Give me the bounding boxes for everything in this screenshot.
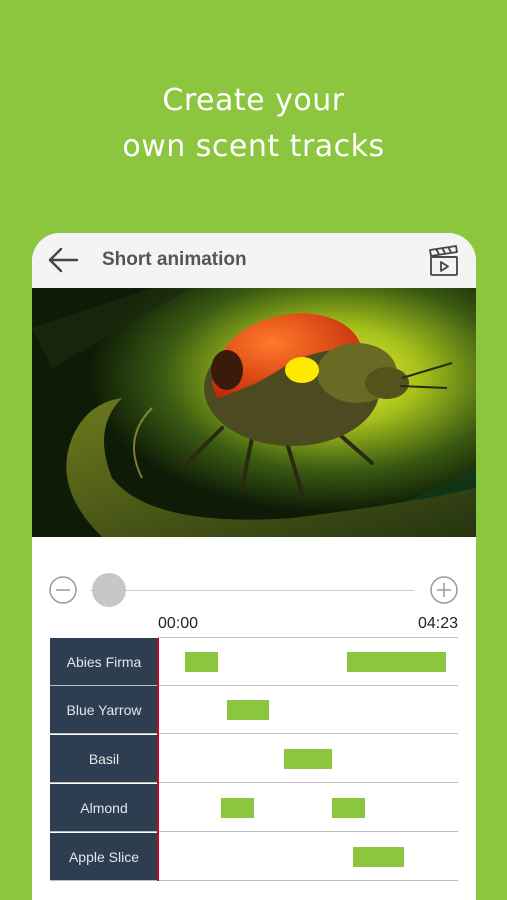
video-preview[interactable]: [32, 288, 476, 537]
scrubber-handle[interactable]: [92, 573, 126, 607]
headline-line-2: own scent tracks: [122, 129, 385, 164]
headline: Create your own scent tracks: [0, 78, 507, 170]
time-start: 00:00: [158, 615, 199, 632]
arrow-left-icon: [48, 247, 79, 273]
track-label[interactable]: Basil: [50, 735, 158, 782]
time-end: 04:23: [417, 615, 458, 632]
scent-segment[interactable]: [227, 700, 269, 720]
plus-circle-icon: [430, 576, 458, 604]
track-lane[interactable]: [158, 735, 458, 782]
scent-track-list: Abies Firma Blue Yarrow Basil Almond App…: [50, 638, 458, 881]
headline-line-1: Create your: [162, 83, 345, 118]
phone-screen: Short animation 00:00 04:23 Abies Firma …: [32, 233, 476, 900]
track-label[interactable]: Blue Yarrow: [50, 686, 158, 733]
scent-segment[interactable]: [347, 652, 446, 672]
scent-segment[interactable]: [353, 847, 404, 867]
track-row: Abies Firma: [50, 638, 458, 686]
track-label[interactable]: Almond: [50, 784, 158, 831]
track-lane[interactable]: [158, 833, 458, 880]
clapperboard-icon: [429, 245, 458, 276]
scent-segment[interactable]: [284, 749, 332, 769]
minus-circle-icon: [49, 576, 77, 604]
clapperboard-button[interactable]: [428, 244, 460, 278]
track-lane[interactable]: [158, 686, 458, 733]
scent-segment[interactable]: [221, 798, 254, 818]
back-button[interactable]: [46, 245, 80, 275]
scrubber-track[interactable]: [90, 590, 414, 591]
track-label[interactable]: Abies Firma: [50, 638, 158, 685]
track-row: Apple Slice: [50, 833, 458, 881]
ladybug-video-frame: [32, 288, 476, 537]
timeline-controls: 00:00 04:23 Abies Firma Blue Yarrow Basi…: [32, 537, 476, 900]
app-bar: Short animation: [32, 233, 476, 288]
track-lane[interactable]: [158, 638, 458, 685]
page-title: Short animation: [102, 249, 247, 270]
track-label[interactable]: Apple Slice: [50, 833, 158, 880]
track-row: Blue Yarrow: [50, 686, 458, 734]
zoom-out-button[interactable]: [48, 575, 78, 605]
track-row: Basil: [50, 735, 458, 783]
track-row: Almond: [50, 784, 458, 832]
scent-segment[interactable]: [332, 798, 365, 818]
track-lane[interactable]: [158, 784, 458, 831]
zoom-in-button[interactable]: [429, 575, 459, 605]
scent-segment[interactable]: [185, 652, 218, 672]
playhead[interactable]: [157, 638, 159, 881]
